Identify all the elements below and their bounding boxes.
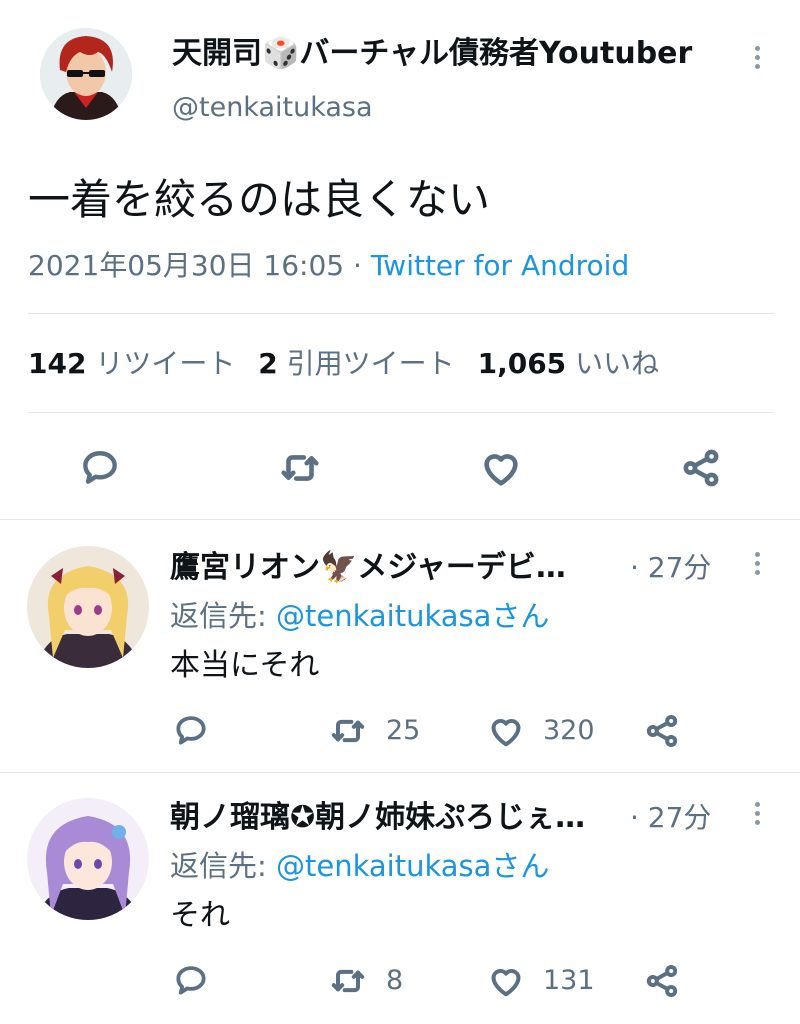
divider [28, 313, 774, 314]
retweet-count: 25 [386, 715, 421, 746]
reply-to-handle[interactable]: @tenkaitukasaさん [276, 599, 549, 633]
more-options-icon[interactable] [755, 802, 761, 829]
author-handle[interactable]: @tenkaitukasa [172, 90, 373, 126]
retweet-icon[interactable] [328, 711, 368, 751]
like-icon[interactable] [486, 711, 526, 751]
meta-separator: · [353, 249, 362, 282]
reply-to-line: 返信先: @tenkaitukasaさん [170, 846, 549, 886]
reply-time: · 27分 [630, 551, 712, 584]
like-icon[interactable] [486, 961, 526, 1001]
retweets-stat[interactable]: 142 リツイート [28, 347, 244, 380]
likes-label: いいね [575, 347, 660, 380]
retweet-count: 8 [386, 965, 404, 996]
share-icon[interactable] [642, 711, 682, 751]
divider [0, 519, 800, 520]
retweets-count: 142 [28, 347, 87, 380]
divider [0, 772, 800, 773]
reply-author-name[interactable]: 鷹宮リオン🦅メジャーデビ… [170, 548, 618, 588]
tweet-date: 2021年05月30日 16:05 [28, 249, 345, 282]
reply-text: 本当にそれ [170, 648, 320, 683]
reply-to-prefix: 返信先: [170, 599, 276, 633]
tweet-stats: 142 リツイート 2 引用ツイート 1,065 いいね [28, 344, 659, 384]
retweets-label: リツイート [95, 347, 236, 380]
likes-count: 1,065 [477, 347, 567, 380]
reply-to-handle[interactable]: @tenkaitukasaさん [276, 849, 549, 883]
reply-to-prefix: 返信先: [170, 849, 276, 883]
quotes-count: 2 [258, 347, 278, 380]
quotes-stat[interactable]: 2 引用ツイート [258, 347, 463, 380]
reply-icon[interactable] [78, 445, 122, 489]
author-name[interactable]: 天開司🎲バーチャル債務者Youtuber [172, 34, 732, 74]
share-icon[interactable] [678, 445, 724, 491]
likes-stat[interactable]: 1,065 いいね [478, 347, 660, 380]
like-icon[interactable] [478, 445, 524, 491]
author-avatar[interactable] [40, 28, 132, 120]
retweet-icon[interactable] [277, 445, 323, 491]
reply-text: それ [170, 898, 230, 933]
reply-avatar[interactable] [27, 546, 149, 668]
reply-avatar[interactable] [27, 798, 149, 920]
retweet-icon[interactable] [328, 961, 368, 1001]
quotes-label: 引用ツイート [286, 347, 455, 380]
divider [28, 412, 774, 413]
reply-to-line: 返信先: @tenkaitukasaさん [170, 596, 549, 636]
tweet-source-link[interactable]: Twitter for Android [371, 249, 629, 282]
like-count: 320 [543, 715, 595, 746]
more-options-icon[interactable] [755, 46, 761, 73]
reply-icon[interactable] [172, 711, 210, 749]
tweet-meta: 2021年05月30日 16:05 · Twitter for Android [28, 246, 629, 286]
reply-time: · 27分 [630, 801, 712, 834]
more-options-icon[interactable] [755, 552, 761, 579]
reply-author-name[interactable]: 朝ノ瑠璃✪朝ノ姉妹ぷろじぇ… [170, 798, 618, 838]
tweet-text: 一着を絞るのは良くない [28, 175, 491, 224]
like-count: 131 [543, 965, 595, 996]
reply-icon[interactable] [172, 961, 210, 999]
share-icon[interactable] [642, 961, 682, 1001]
